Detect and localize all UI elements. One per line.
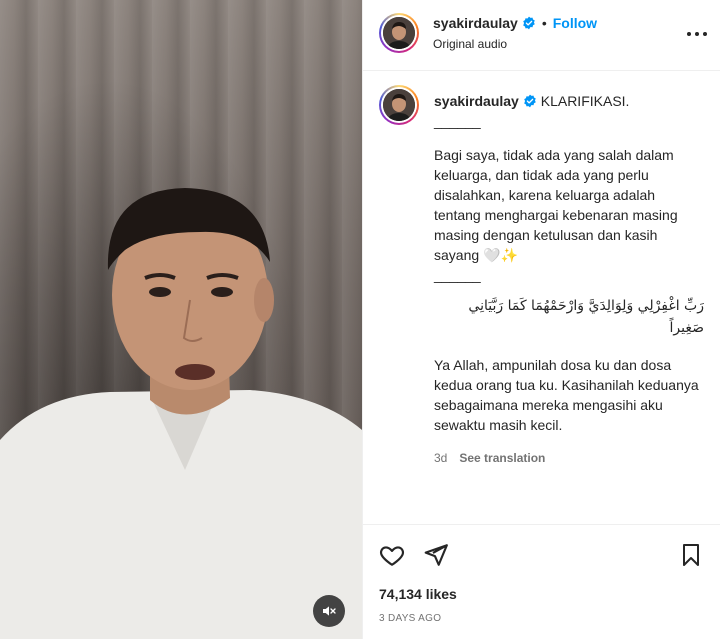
action-bar: 74,134 likes 3 DAYS AGO: [363, 524, 720, 640]
send-icon[interactable]: [423, 542, 449, 568]
post-side-panel: syakirdaulay • Follow Original audio sya…: [362, 0, 720, 639]
caption-meta: 3d See translation: [434, 451, 545, 465]
caption-paragraph-text: Bagi saya, tidak ada yang salah dalam ke…: [434, 147, 678, 263]
caption-text: syakirdaulay KLARIFIKASI. ______ Bagi sa…: [434, 91, 704, 435]
caption-divider: ______: [434, 267, 481, 283]
header-title-row: syakirdaulay • Follow: [433, 15, 597, 33]
caption-translation-paragraph: Ya Allah, ampunilah dosa ku dan dosa ked…: [434, 357, 699, 433]
avatar-image: [383, 89, 415, 121]
caption-divider: ______: [434, 113, 481, 129]
separator-dot: •: [541, 15, 547, 31]
verified-badge-icon: [524, 94, 536, 108]
mute-toggle-button[interactable]: [313, 595, 345, 627]
post-age[interactable]: 3d: [434, 451, 447, 465]
caption-avatar[interactable]: [379, 85, 419, 125]
original-audio-link[interactable]: Original audio: [433, 37, 507, 51]
heart-icon[interactable]: [379, 542, 405, 568]
video-frame-person: [0, 188, 362, 639]
caption-title: KLARIFIKASI.: [540, 93, 630, 109]
bookmark-icon[interactable]: [679, 542, 703, 568]
caption-arabic-prayer: رَبِّ اغْفِرْلِي وَلِوَالِدَيَّ وَارْحَم…: [468, 298, 704, 336]
see-translation-button[interactable]: See translation: [459, 451, 545, 465]
avatar[interactable]: [379, 13, 419, 53]
post-header: syakirdaulay • Follow Original audio: [363, 0, 720, 71]
instagram-post: syakirdaulay • Follow Original audio sya…: [0, 0, 720, 639]
follow-button[interactable]: Follow: [553, 15, 597, 31]
muted-speaker-icon: [323, 606, 336, 616]
caption-paragraph: Bagi saya, tidak ada yang salah dalam ke…: [434, 145, 704, 265]
caption-section: syakirdaulay KLARIFIKASI. ______ Bagi sa…: [363, 71, 720, 523]
caption-username[interactable]: syakirdaulay: [434, 93, 519, 109]
heart-sparkle-emoji: 🤍✨: [483, 247, 518, 263]
verified-badge-icon: [523, 16, 535, 30]
post-date[interactable]: 3 DAYS AGO: [379, 613, 441, 624]
video-player[interactable]: [0, 0, 362, 639]
avatar-image: [383, 17, 415, 49]
more-options-icon[interactable]: [685, 24, 709, 44]
header-username[interactable]: syakirdaulay: [433, 15, 518, 31]
likes-count[interactable]: 74,134 likes: [379, 586, 457, 602]
